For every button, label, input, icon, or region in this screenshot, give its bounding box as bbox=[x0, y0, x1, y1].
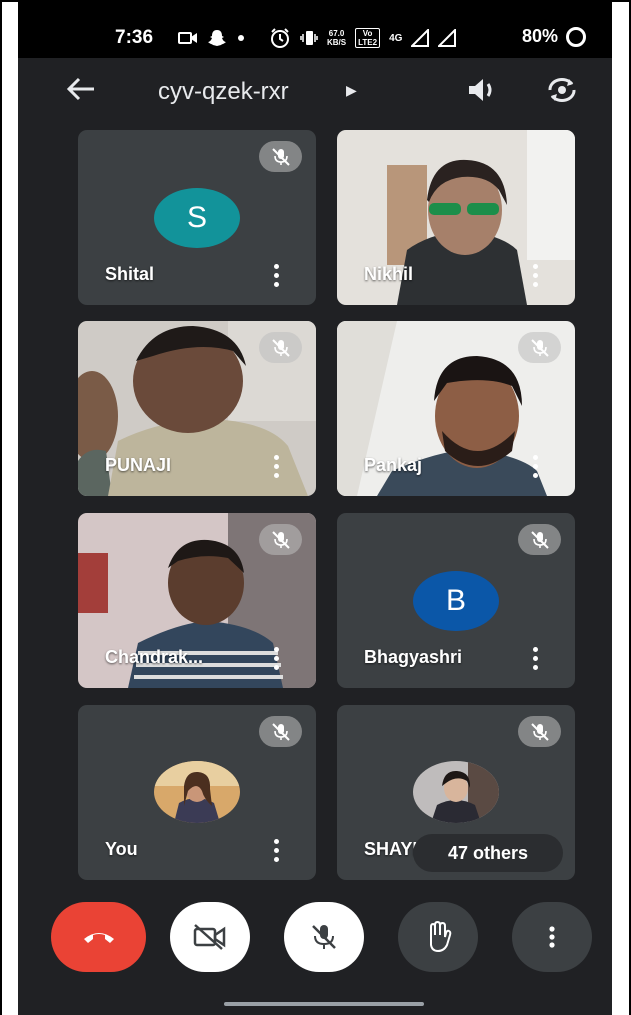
avatar: S bbox=[154, 188, 240, 248]
speaker-button[interactable] bbox=[466, 75, 500, 110]
mic-off-icon bbox=[312, 925, 336, 949]
network-type: 4G bbox=[389, 32, 403, 44]
participant-name: Nikhil bbox=[364, 264, 414, 284]
muted-mic-icon bbox=[259, 716, 302, 747]
status-icons: 67.0 KB/S Vo LTE2 4G bbox=[178, 25, 457, 51]
status-bar: 7:36 67.0 KB/S Vo LTE2 4G 80% bbox=[18, 0, 612, 58]
battery-level: 80% bbox=[521, 26, 558, 46]
avatar bbox=[154, 761, 240, 823]
volte-badge: Vo LTE2 bbox=[355, 28, 381, 48]
avatar bbox=[413, 761, 499, 823]
more-options-button[interactable] bbox=[512, 902, 592, 972]
speaker-icon bbox=[469, 79, 492, 101]
expand-arrow-icon[interactable]: ▶ bbox=[346, 82, 357, 99]
more-vert-icon[interactable] bbox=[274, 264, 280, 288]
more-vert-icon[interactable] bbox=[274, 839, 280, 863]
muted-mic-icon bbox=[518, 524, 561, 555]
participant-tile[interactable]: Nikhil bbox=[337, 130, 575, 305]
muted-mic-icon bbox=[518, 332, 561, 363]
data-speed: 67.0 KB/S bbox=[327, 29, 347, 47]
participant-name: Pankaj bbox=[364, 455, 423, 475]
home-indicator[interactable] bbox=[224, 1002, 424, 1006]
participant-name: PUNAJI bbox=[105, 455, 172, 475]
muted-mic-icon bbox=[259, 141, 302, 172]
phone-screen: 7:36 67.0 KB/S Vo LTE2 4G 80% cyv-qzek-r… bbox=[18, 0, 612, 1015]
others-count-badge[interactable]: 47 others bbox=[413, 834, 563, 872]
participant-name: SHAYI bbox=[364, 839, 418, 859]
participant-tile[interactable]: S Shital bbox=[78, 130, 316, 305]
participant-tile[interactable]: You bbox=[78, 705, 316, 880]
switch-camera-icon bbox=[548, 78, 576, 102]
camera-toggle-button[interactable] bbox=[170, 902, 250, 972]
participant-name: Shital bbox=[105, 264, 155, 284]
call-controls bbox=[18, 902, 612, 982]
mic-toggle-button[interactable] bbox=[284, 902, 364, 972]
meeting-header: cyv-qzek-rxr ▶ bbox=[18, 58, 612, 126]
signal-icon bbox=[411, 29, 430, 47]
call-end-icon bbox=[83, 933, 114, 943]
meeting-code[interactable]: cyv-qzek-rxr bbox=[158, 78, 289, 106]
switch-camera-button[interactable] bbox=[545, 75, 579, 110]
participant-name: Bhagyashri bbox=[364, 647, 463, 667]
more-vert-icon[interactable] bbox=[533, 647, 539, 671]
status-time: 7:36 bbox=[115, 27, 154, 48]
camera-off-icon bbox=[193, 924, 226, 950]
participant-name: You bbox=[105, 839, 138, 859]
arrow-left-icon bbox=[66, 77, 94, 101]
battery-icon bbox=[566, 26, 586, 47]
video-call-icon bbox=[178, 32, 197, 44]
muted-mic-icon bbox=[259, 524, 302, 555]
back-button[interactable] bbox=[66, 76, 96, 107]
participant-name: Chandrak... bbox=[105, 647, 204, 667]
vibrate-icon bbox=[300, 31, 318, 45]
participant-tile[interactable]: PUNAJI bbox=[78, 321, 316, 496]
snapchat-icon bbox=[208, 30, 226, 46]
more-vert-icon[interactable] bbox=[274, 455, 280, 479]
notification-dot-icon bbox=[238, 35, 244, 41]
raise-hand-icon bbox=[430, 921, 452, 953]
end-call-button[interactable] bbox=[51, 902, 146, 972]
signal-2-icon bbox=[438, 29, 457, 47]
more-vert-icon[interactable] bbox=[274, 647, 280, 671]
participant-tile[interactable]: B Bhagyashri bbox=[337, 513, 575, 688]
muted-mic-icon bbox=[518, 716, 561, 747]
alarm-icon bbox=[271, 28, 289, 48]
participant-tile[interactable]: Pankaj bbox=[337, 321, 575, 496]
more-vert-icon[interactable] bbox=[533, 455, 539, 479]
raise-hand-button[interactable] bbox=[398, 902, 478, 972]
avatar: B bbox=[413, 571, 499, 631]
more-vert-icon[interactable] bbox=[533, 264, 539, 288]
battery-group: 80% bbox=[522, 26, 586, 47]
muted-mic-icon bbox=[259, 332, 302, 363]
more-vert-icon bbox=[549, 926, 555, 948]
participant-tile[interactable]: Chandrak... bbox=[78, 513, 316, 688]
